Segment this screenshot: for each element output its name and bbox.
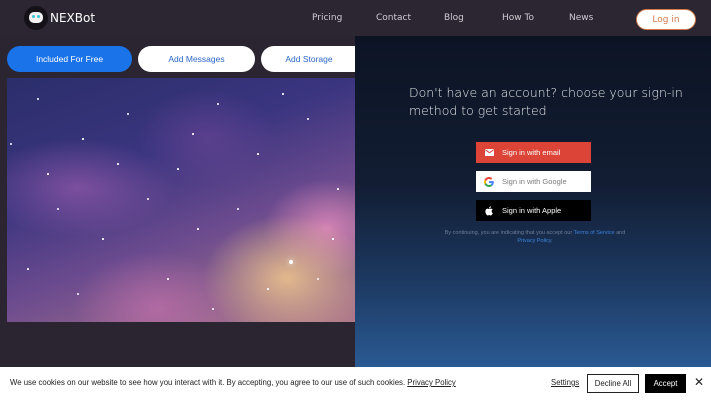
galaxy-image (7, 78, 355, 322)
tab-add-storage[interactable]: Add Storage (261, 46, 357, 72)
signin-google-button[interactable]: Sign in with Google (476, 171, 591, 192)
cookie-banner: We use cookies on our website to see how… (0, 367, 711, 400)
cookie-message: We use cookies on our website to see how… (10, 378, 456, 387)
cookie-accept-button[interactable]: Accept (645, 374, 686, 393)
brand-name: NEXBot (50, 11, 96, 25)
terms-of-service-link[interactable]: Terms of Service (574, 230, 615, 236)
mail-icon (476, 149, 502, 156)
signin-apple-button[interactable]: Sign in with Apple (476, 200, 591, 221)
cookie-privacy-policy-link[interactable]: Privacy Policy (407, 378, 456, 387)
terms-notice: By continuing, you are indicating that y… (444, 230, 626, 244)
signin-heading: Don't have an account? choose your sign-… (409, 85, 683, 118)
signin-apple-label: Sign in with Apple (502, 206, 562, 215)
signin-email-label: Sign in with email (502, 148, 561, 157)
tab-add-messages[interactable]: Add Messages (138, 46, 255, 72)
close-icon[interactable]: ✕ (692, 375, 706, 389)
nav-link-news[interactable]: News (569, 13, 593, 23)
privacy-policy-link[interactable]: Privacy Policy (517, 238, 551, 244)
nav-link-contact[interactable]: Contact (376, 13, 411, 23)
robot-icon (24, 6, 48, 30)
site-header: NEXBot Pricing Contact Blog How To News … (0, 0, 711, 36)
login-button[interactable]: Log in (636, 9, 696, 30)
apple-icon (476, 205, 502, 216)
nav-link-pricing[interactable]: Pricing (312, 13, 342, 23)
cookie-decline-button[interactable]: Decline All (587, 374, 639, 393)
signin-email-button[interactable]: Sign in with email (476, 142, 591, 163)
signin-google-label: Sign in with Google (502, 177, 567, 186)
nav-link-how-to[interactable]: How To (502, 13, 534, 23)
nav-link-blog[interactable]: Blog (444, 13, 464, 23)
cookie-settings-button[interactable]: Settings (551, 378, 579, 387)
google-icon (476, 176, 502, 187)
tab-included-for-free[interactable]: Included For Free (7, 46, 132, 72)
brand-logo[interactable]: NEXBot (24, 6, 95, 30)
signin-panel: Don't have an account? choose your sign-… (355, 36, 711, 367)
